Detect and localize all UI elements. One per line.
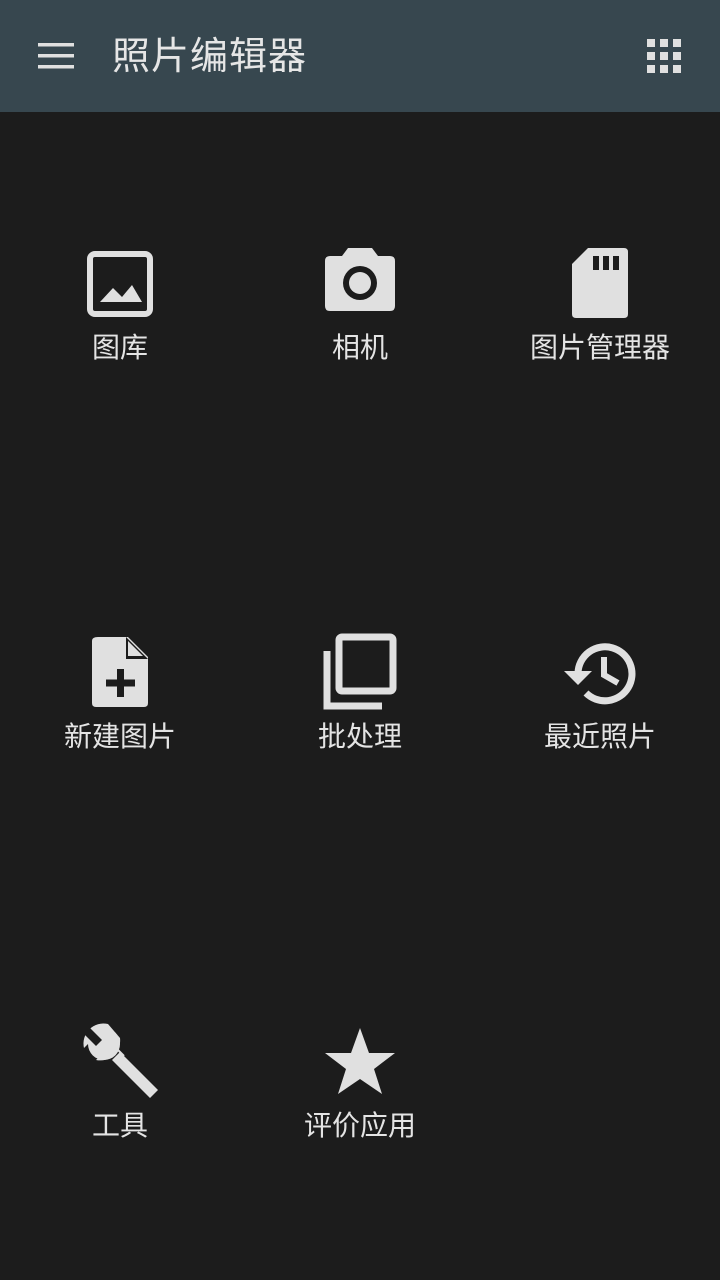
new-image-button[interactable]: 新建图片 [0, 633, 240, 783]
image-manager-button[interactable]: 图片管理器 [480, 244, 720, 394]
apps-button[interactable] [634, 26, 694, 86]
image-manager-label: 图片管理器 [529, 331, 670, 364]
batch-label: 批处理 [317, 720, 402, 753]
camera-button[interactable]: 相机 [240, 244, 480, 394]
tools-button[interactable]: 工具 [0, 1022, 240, 1172]
new-file-icon [80, 633, 160, 713]
app-title: 照片编辑器 [112, 34, 308, 78]
rate-app-label: 评价应用 [303, 1109, 416, 1142]
camera-label: 相机 [331, 331, 388, 364]
batch-button[interactable]: 批处理 [240, 633, 480, 783]
gallery-label: 图库 [91, 331, 148, 364]
apps-grid-icon [647, 39, 681, 73]
recent-photos-label: 最近照片 [543, 720, 656, 753]
gallery-icon [80, 244, 160, 324]
gallery-button[interactable]: 图库 [0, 244, 240, 394]
tools-label: 工具 [91, 1109, 148, 1142]
camera-icon [320, 244, 400, 324]
app-bar: 照片编辑器 [0, 0, 720, 112]
batch-icon [320, 633, 400, 713]
rate-app-button[interactable]: 评价应用 [240, 1022, 480, 1172]
recent-photos-button[interactable]: 最近照片 [480, 633, 720, 783]
menu-button[interactable] [26, 26, 86, 86]
history-icon [560, 633, 640, 713]
sd-card-icon [560, 244, 640, 324]
star-icon [320, 1022, 400, 1102]
menu-icon [36, 41, 76, 71]
wrench-icon [80, 1022, 160, 1102]
new-image-label: 新建图片 [63, 720, 176, 753]
